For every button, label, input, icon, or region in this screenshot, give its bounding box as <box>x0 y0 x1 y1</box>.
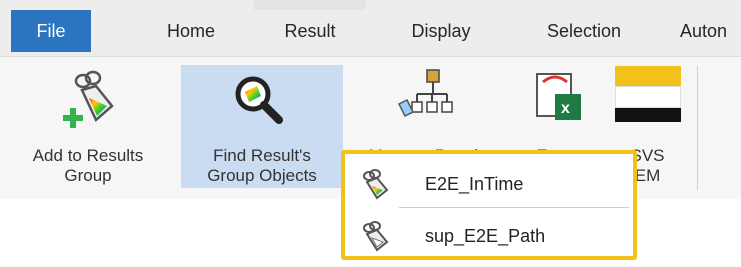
tab-result[interactable]: Result <box>260 14 360 48</box>
svs-black-bar-icon <box>615 108 681 122</box>
menu-item-e2e-intime[interactable]: E2E_InTime <box>345 160 633 208</box>
find-results-label-line2: Group Objects <box>207 166 317 185</box>
magnifier-search-icon <box>235 76 283 124</box>
tag-group-icon <box>363 221 389 252</box>
excel-export-icon: x <box>536 73 581 120</box>
hierarchy-icon <box>397 69 453 118</box>
tab-automation[interactable]: Auton <box>680 14 741 48</box>
tab-file[interactable]: File <box>11 10 91 52</box>
add-to-results-label-line2: Group <box>64 166 112 185</box>
find-results-group-objects-button[interactable]: Find Result's Group Objects <box>181 62 343 190</box>
add-to-results-label-line1: Add to Results <box>32 146 144 165</box>
menu-divider <box>399 207 629 208</box>
tab-display[interactable]: Display <box>386 14 496 48</box>
svs-white-bar-icon <box>615 86 681 108</box>
tab-home[interactable]: Home <box>150 14 232 48</box>
menu-item-sup-e2e-path[interactable]: sup_E2E_Path <box>345 212 633 260</box>
menu-item-label: sup_E2E_Path <box>425 225 546 246</box>
tab-selection[interactable]: Selection <box>520 14 648 48</box>
add-to-results-group-button[interactable]: Add to Results Group <box>0 62 176 190</box>
tab-result-active-indicator <box>254 0 366 10</box>
svg-text:x: x <box>561 100 570 117</box>
svs-yellow-bar-icon <box>615 66 681 86</box>
menu-item-label: E2E_InTime <box>425 173 524 194</box>
tag-group-icon <box>363 169 389 200</box>
ribbon-group-separator <box>697 66 698 190</box>
find-results-label-line1: Find Result's <box>213 146 311 165</box>
tag-add-icon <box>63 70 114 128</box>
results-group-dropdown: E2E_InTime sup_E2E_Path <box>341 150 637 260</box>
